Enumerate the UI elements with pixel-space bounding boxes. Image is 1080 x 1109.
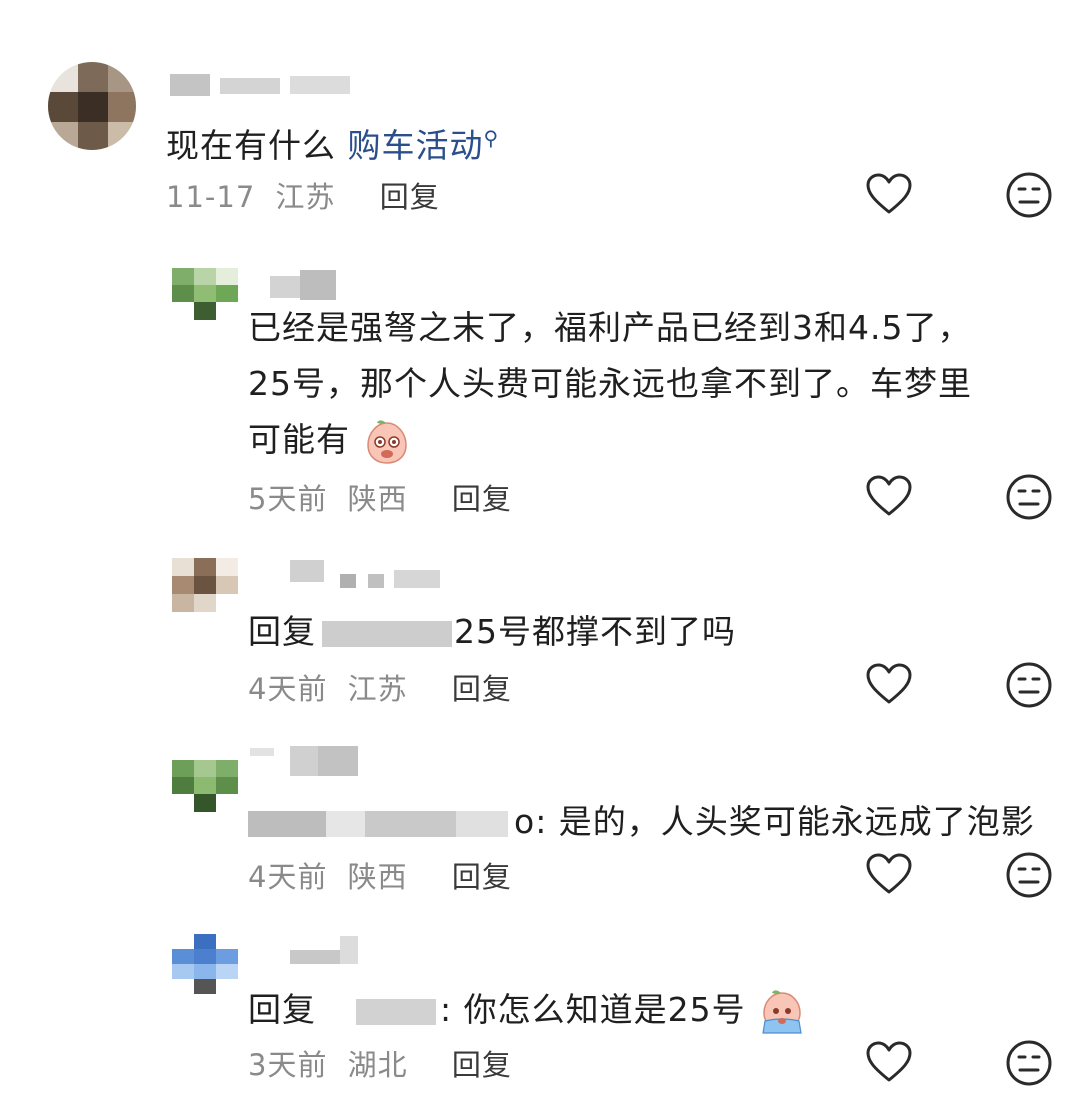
comment-date: 11-17 (166, 180, 256, 214)
comment-text: 回复 25号都撑不到了吗 (248, 612, 736, 651)
comment-meta: 5天前 陕西 回复 (248, 476, 512, 518)
neutral-face-icon[interactable] (1004, 1038, 1054, 1088)
heart-outline-icon[interactable] (864, 850, 914, 900)
comment-date: 4天前 (248, 860, 328, 894)
comment-location: 陕西 (347, 860, 408, 894)
comment-location: 湖北 (347, 1048, 408, 1082)
comment-text: 现在有什么 购车活动⚲ (166, 126, 500, 165)
mention-redacted[interactable] (356, 998, 436, 1025)
comment-text: o: 是的，人头奖可能永远成了泡影 (248, 794, 1035, 850)
comment-text-line-1: 已经是强弩之末了，福利产品已经到3和4.5了， (248, 308, 972, 347)
peach-emoji-icon (366, 419, 407, 464)
avatar[interactable] (172, 934, 238, 994)
comment-meta: 4天前 江苏 回复 (248, 666, 512, 708)
username-redacted[interactable] (170, 70, 360, 96)
comment-meta: 11-17 江苏 回复 (166, 174, 440, 216)
neutral-face-icon[interactable] (1004, 170, 1054, 220)
comment-location: 江苏 (347, 672, 408, 706)
search-link[interactable]: 购车活动 (348, 126, 484, 165)
mention-redacted[interactable] (322, 620, 452, 647)
reply-button[interactable]: 回复 (452, 672, 512, 706)
comment-date: 5天前 (248, 482, 328, 516)
reply-button[interactable]: 回复 (452, 482, 512, 516)
heart-outline-icon[interactable] (864, 472, 914, 522)
avatar[interactable] (172, 760, 238, 812)
comment-text-line-3: 可能有 (248, 412, 412, 468)
comment-meta: 4天前 陕西 回复 (248, 854, 512, 896)
avatar[interactable] (172, 268, 238, 320)
username-redacted[interactable] (290, 936, 370, 964)
heart-outline-icon[interactable] (864, 170, 914, 220)
neutral-face-icon[interactable] (1004, 472, 1054, 522)
avatar[interactable] (48, 62, 136, 150)
comment-location: 陕西 (347, 482, 408, 516)
heart-outline-icon[interactable] (864, 1038, 914, 1088)
reply-button[interactable]: 回复 (452, 1048, 512, 1082)
reply-button[interactable]: 回复 (452, 860, 512, 894)
comment-text-line-2: 25号，那个人头费可能永远也拿不到了。车梦里 (248, 364, 972, 403)
comment-date: 3天前 (248, 1048, 328, 1082)
comment-text: 回复: 你怎么知道是25号 (248, 982, 807, 1038)
crying-peach-emoji-icon (762, 989, 802, 1034)
avatar[interactable] (172, 558, 238, 612)
comment-location: 江苏 (275, 180, 336, 214)
reply-prefix: 回复 (248, 612, 316, 651)
neutral-face-icon[interactable] (1004, 850, 1054, 900)
comment-meta: 3天前 湖北 回复 (248, 1042, 512, 1084)
username-redacted[interactable] (250, 744, 370, 776)
reply-prefix: 回复 (248, 990, 316, 1029)
heart-outline-icon[interactable] (864, 660, 914, 710)
reply-mention-redacted[interactable] (248, 810, 508, 837)
comment-date: 4天前 (248, 672, 328, 706)
username-redacted[interactable] (290, 560, 450, 588)
reply-button[interactable]: 回复 (380, 180, 440, 214)
search-icon[interactable]: ⚲ (484, 126, 500, 150)
neutral-face-icon[interactable] (1004, 660, 1054, 710)
username-redacted[interactable] (270, 270, 350, 300)
